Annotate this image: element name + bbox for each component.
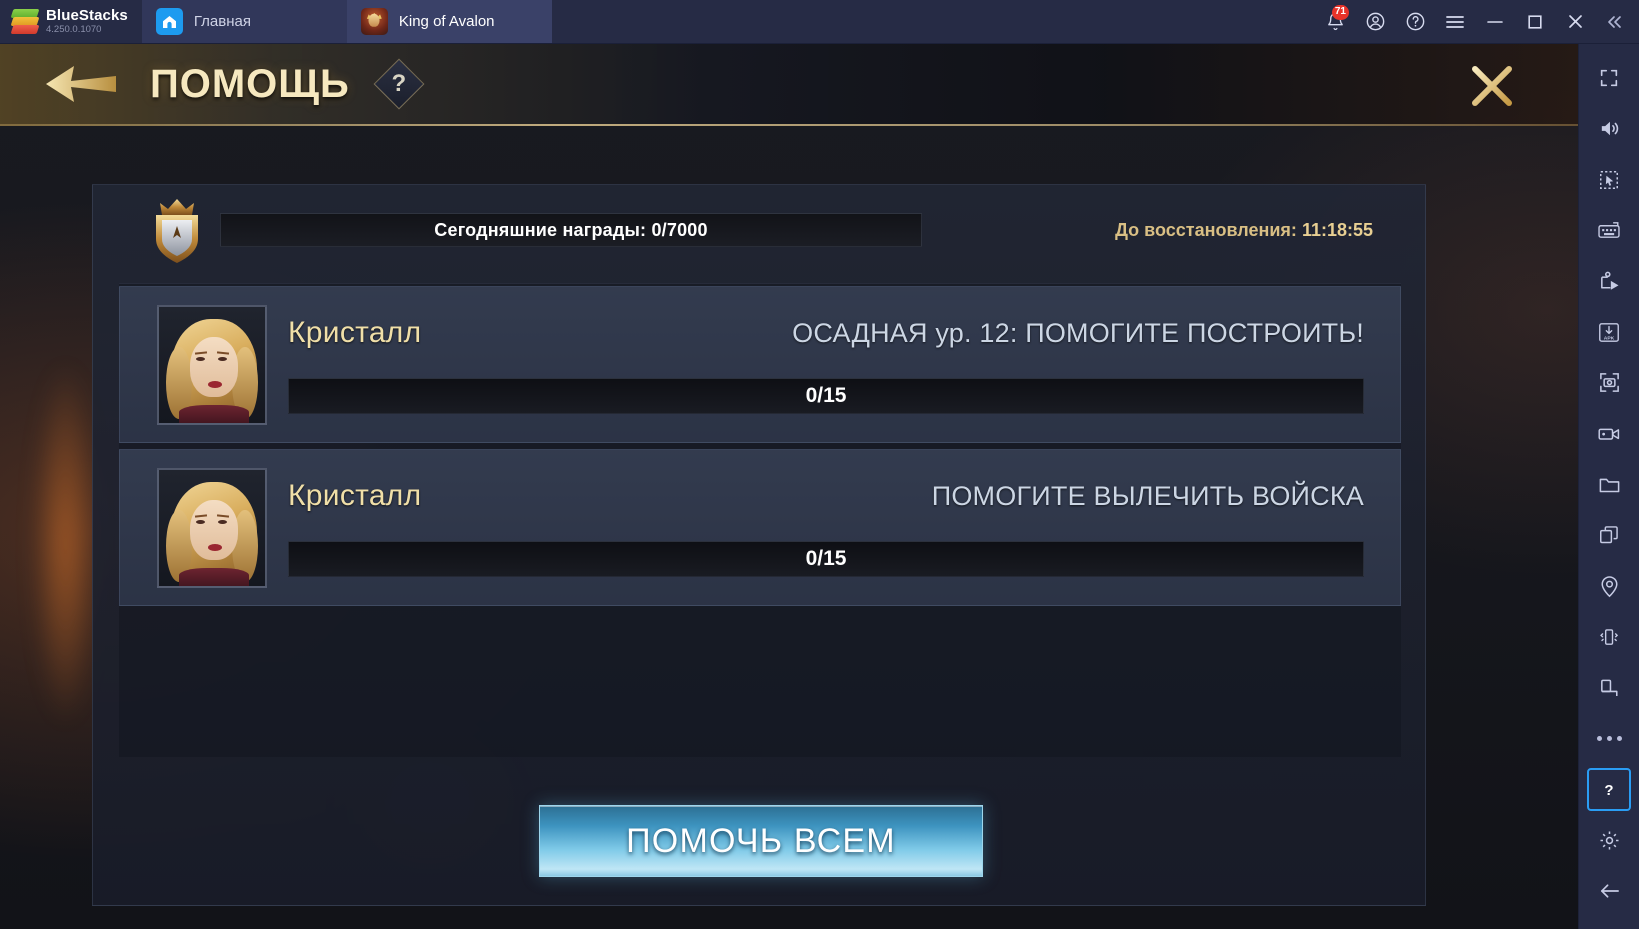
maximize-icon[interactable] <box>1515 0 1555 44</box>
game-viewport[interactable]: ПОМОЩЬ ? Сегодняшние награды: 0/7000 До … <box>0 44 1578 929</box>
brand-version: 4.250.0.1070 <box>46 23 102 35</box>
multi-instance-icon[interactable] <box>1587 513 1631 557</box>
help-request-row[interactable]: Кристалл ОСАДНАЯ ур. 12: ПОМОГИТЕ ПОСТРО… <box>119 286 1401 443</box>
help-progress-bar: 0/15 <box>288 377 1364 414</box>
help-question-badge-icon[interactable]: ? <box>372 57 426 111</box>
help-request-row[interactable]: Кристалл ПОМОГИТЕ ВЫЛЕЧИТЬ ВОЙСКА 0/15 <box>119 449 1401 606</box>
avatar <box>157 467 267 588</box>
tab-king-of-avalon-label: King of Avalon <box>398 13 495 30</box>
shake-icon[interactable] <box>1587 615 1631 659</box>
page-title: ПОМОЩЬ <box>150 61 350 106</box>
help-progress-value: 0/15 <box>805 546 847 570</box>
minimize-icon[interactable] <box>1475 0 1515 44</box>
volume-icon[interactable] <box>1587 107 1631 151</box>
record-video-icon[interactable] <box>1587 412 1631 456</box>
help-question-glyph: ? <box>391 70 407 97</box>
tab-king-of-avalon[interactable]: King of Avalon <box>346 0 552 43</box>
cursor-select-icon[interactable] <box>1587 158 1631 202</box>
help-icon[interactable] <box>1395 0 1435 44</box>
titlebar-spacer <box>552 0 1315 43</box>
help-all-button[interactable]: ПОМОЧЬ ВСЕМ <box>539 805 983 877</box>
bluestacks-window: BlueStacks 4.250.0.1070 Главная King of … <box>0 0 1639 929</box>
close-panel-icon[interactable] <box>1464 58 1520 114</box>
home-icon <box>155 8 183 35</box>
more-options-icon[interactable] <box>1587 717 1631 761</box>
player-name: Кристалл <box>288 478 422 512</box>
keyboard-controls-icon[interactable] <box>1587 208 1631 252</box>
macro-play-icon[interactable] <box>1587 259 1631 303</box>
recover-label: До восстановления: <box>1115 219 1297 240</box>
task-description: ПОМОГИТЕ ВЫЛЕЧИТЬ ВОЙСКА <box>931 480 1364 511</box>
task-description: ОСАДНАЯ ур. 12: ПОМОГИТЕ ПОСТРОИТЬ! <box>792 317 1364 348</box>
install-apk-icon[interactable]: APK <box>1587 310 1631 354</box>
recover-time: 11:18:55 <box>1301 219 1373 240</box>
tab-home[interactable]: Главная <box>141 0 347 43</box>
notifications-icon[interactable]: 71 <box>1315 0 1355 44</box>
avatar <box>157 304 267 425</box>
bluestacks-logo-icon <box>10 8 40 35</box>
daily-rewards-text: Сегодняшние награды: 0/7000 <box>434 219 708 240</box>
rotate-screen-icon[interactable] <box>1587 666 1631 710</box>
screenshot-icon[interactable] <box>1587 361 1631 405</box>
titlebar-tools: 71 <box>1315 0 1639 43</box>
help-request-list: Кристалл ОСАДНАЯ ур. 12: ПОМОГИТЕ ПОСТРО… <box>119 283 1401 757</box>
back-arrow-icon[interactable] <box>38 56 124 112</box>
svg-text:APK: APK <box>1604 335 1615 341</box>
menu-icon[interactable] <box>1435 0 1475 44</box>
bluestacks-sidebar: APK ? <box>1578 44 1639 929</box>
help-progress-value: 0/15 <box>805 383 847 407</box>
svg-text:?: ? <box>1604 782 1613 799</box>
rewards-summary: Сегодняшние награды: 0/7000 До восстанов… <box>93 185 1425 275</box>
help-all-label: ПОМОЧЬ ВСЕМ <box>626 821 896 860</box>
back-arrow-icon[interactable] <box>1587 869 1631 913</box>
fullscreen-icon[interactable] <box>1587 56 1631 100</box>
bluestacks-logo: BlueStacks 4.250.0.1070 <box>0 0 142 43</box>
daily-rewards-bar: Сегодняшние награды: 0/7000 <box>220 213 922 247</box>
location-pin-icon[interactable] <box>1587 564 1631 608</box>
collapse-icon[interactable] <box>1595 0 1635 44</box>
account-icon[interactable] <box>1355 0 1395 44</box>
tab-home-label: Главная <box>193 13 251 30</box>
titlebar: BlueStacks 4.250.0.1070 Главная King of … <box>0 0 1639 44</box>
help-question-icon[interactable]: ? <box>1587 767 1631 812</box>
recover-timer: До восстановления: 11:18:55 <box>1115 220 1373 241</box>
game-header: ПОМОЩЬ ? <box>0 44 1578 126</box>
folder-icon[interactable] <box>1587 463 1631 507</box>
player-name: Кристалл <box>288 315 422 349</box>
help-panel: Сегодняшние награды: 0/7000 До восстанов… <box>92 184 1426 906</box>
alliance-crest-icon <box>146 195 208 265</box>
close-icon[interactable] <box>1555 0 1595 44</box>
notifications-badge: 71 <box>1331 4 1349 20</box>
settings-gear-icon[interactable] <box>1587 818 1631 862</box>
game-icon <box>360 8 388 35</box>
help-progress-bar: 0/15 <box>288 540 1364 577</box>
brand-name: BlueStacks <box>46 7 128 25</box>
